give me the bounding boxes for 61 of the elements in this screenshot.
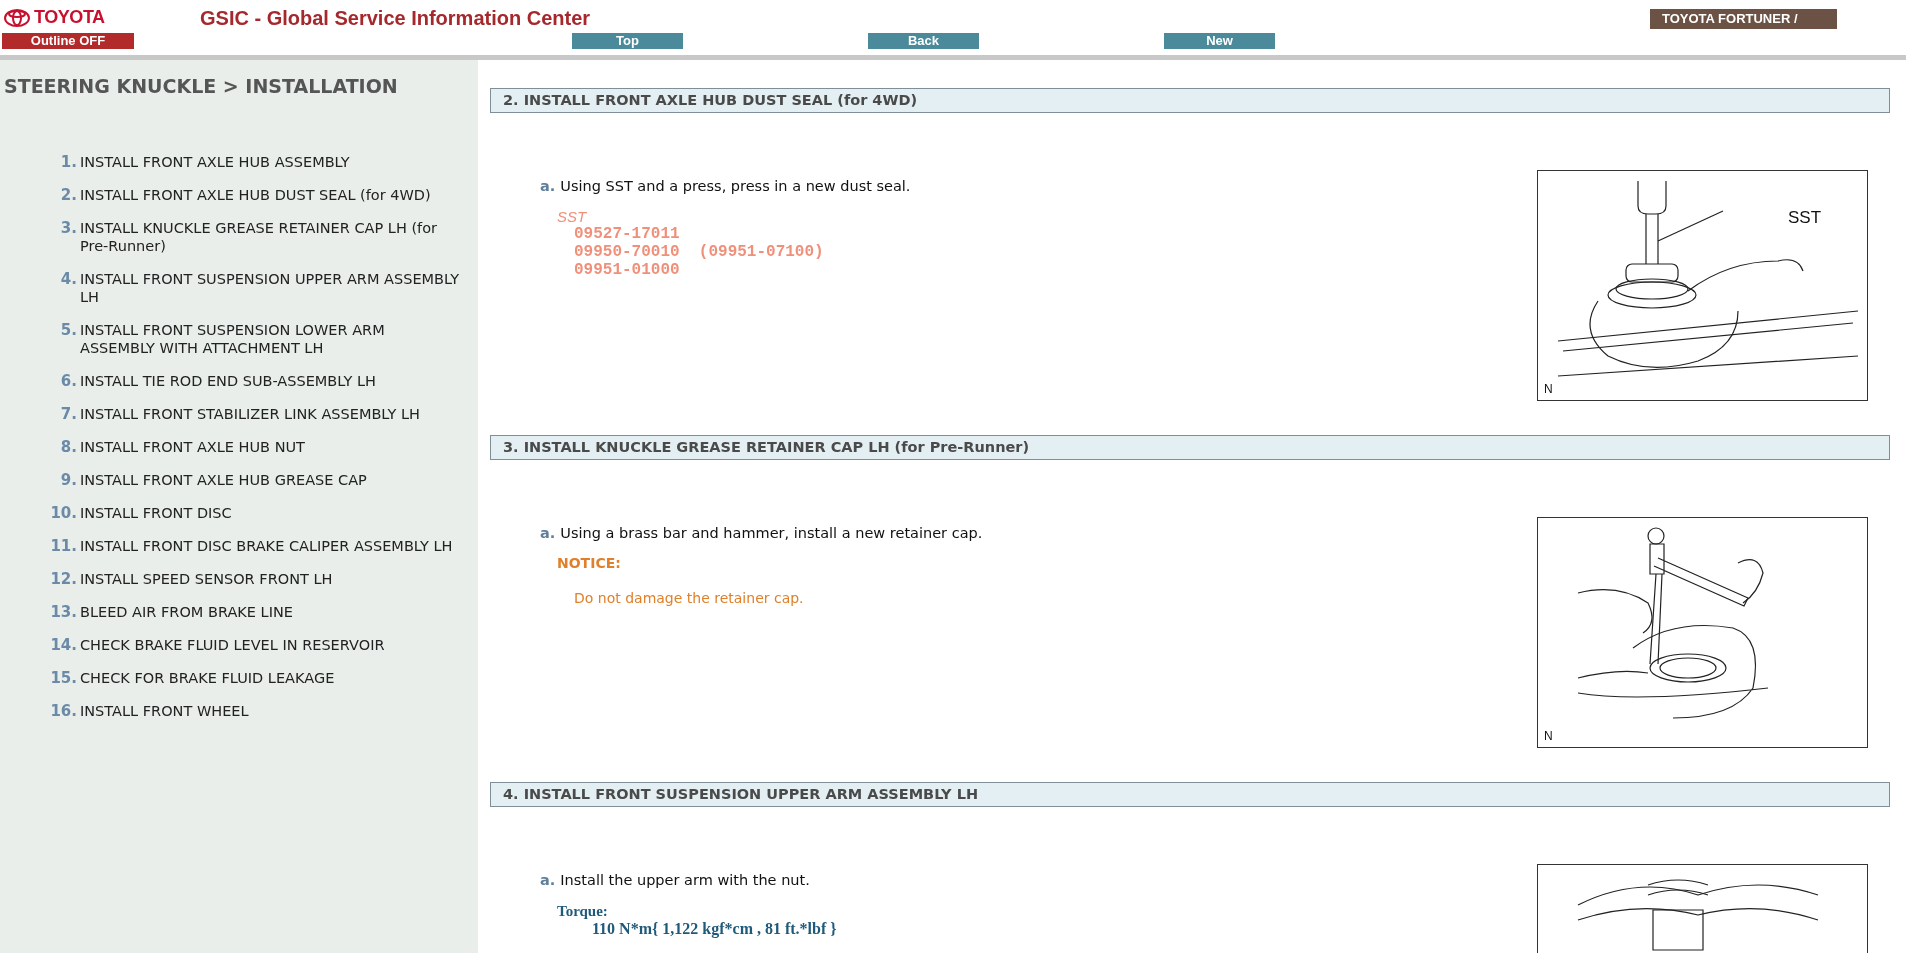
logo-icon bbox=[4, 8, 30, 27]
figure-code: N bbox=[1544, 381, 1553, 398]
item-number: 6. bbox=[59, 371, 78, 390]
step-text: Using a brass bar and hammer, install a new retainer cap. bbox=[560, 524, 983, 543]
nav-button[interactable]: New bbox=[1164, 33, 1275, 49]
callout-label: SST bbox=[1788, 207, 1822, 229]
item-number: 14. bbox=[49, 635, 78, 654]
sidebar-title: STEERING KNUCKLE > INSTALLATION bbox=[3, 74, 399, 99]
sidebar-link[interactable]: CHECK FOR BRAKE FLUID LEAKAGE bbox=[80, 668, 460, 687]
step-marker: a. bbox=[540, 871, 556, 890]
sidebar-link[interactable]: INSTALL FRONT AXLE HUB DUST SEAL (for 4WD) bbox=[80, 185, 460, 204]
tool-number: 09950-70010 (09951-07100) bbox=[573, 242, 825, 261]
torque-label: Torque: bbox=[557, 901, 609, 920]
nav-button[interactable]: Back bbox=[868, 33, 979, 49]
tool-number: 09951-01000 bbox=[573, 260, 681, 279]
item-number: 12. bbox=[49, 569, 78, 588]
section-header: 2. INSTALL FRONT AXLE HUB DUST SEAL (for 4WD) bbox=[490, 88, 1890, 113]
item-number: 4. bbox=[59, 269, 78, 290]
notice-label: NOTICE: bbox=[557, 553, 622, 573]
step-marker: a. bbox=[540, 177, 556, 196]
sidebar-link[interactable]: INSTALL KNUCKLE GREASE RETAINER CAP LH (for Pre-Runner) bbox=[80, 218, 460, 255]
sidebar-link[interactable]: INSTALL FRONT SUSPENSION LOWER ARM ASSEMBLY WITH ATTACHMENT LH bbox=[80, 320, 460, 357]
app-title: GSIC - Global Service Information Center bbox=[200, 6, 591, 31]
notice-text: Do not damage the retainer cap. bbox=[573, 588, 805, 608]
sidebar-link[interactable]: INSTALL FRONT AXLE HUB ASSEMBLY bbox=[80, 152, 460, 171]
item-number: 8. bbox=[59, 437, 78, 456]
item-number: 2. bbox=[59, 185, 78, 204]
item-number: 10. bbox=[49, 503, 78, 522]
tool-number: 09527-17011 bbox=[573, 224, 681, 243]
step-text: Using SST and a press, press in a new dust seal. bbox=[560, 177, 911, 196]
sidebar-link[interactable]: INSTALL FRONT AXLE HUB NUT bbox=[80, 437, 460, 456]
vehicle-button[interactable]: TOYOTA FORTUNER / bbox=[1650, 9, 1837, 29]
sidebar-link[interactable]: BLEED AIR FROM BRAKE LINE bbox=[80, 602, 460, 621]
figure-code: N bbox=[1544, 728, 1553, 745]
item-number: 1. bbox=[59, 152, 78, 171]
sidebar-link[interactable]: INSTALL FRONT AXLE HUB GREASE CAP bbox=[80, 470, 460, 489]
item-number: 9. bbox=[59, 470, 78, 489]
sidebar-link[interactable]: INSTALL FRONT DISC bbox=[80, 503, 460, 522]
item-number: 16. bbox=[49, 701, 78, 720]
item-number: 11. bbox=[49, 536, 78, 555]
sst-label: SST bbox=[557, 207, 588, 225]
item-number: 3. bbox=[59, 218, 78, 239]
item-number: 7. bbox=[59, 404, 78, 423]
sidebar-link[interactable]: INSTALL TIE ROD END SUB-ASSEMBLY LH bbox=[80, 371, 460, 390]
section-header: 4. INSTALL FRONT SUSPENSION UPPER ARM ASSEMBLY LH bbox=[490, 782, 1890, 807]
sidebar-link[interactable]: INSTALL FRONT WHEEL bbox=[80, 701, 460, 720]
section-header: 3. INSTALL KNUCKLE GREASE RETAINER CAP LH (for Pre-Runner) bbox=[490, 435, 1890, 460]
nav-button[interactable]: Top bbox=[572, 33, 683, 49]
torque-value: 110 N*m{ 1,122 kgf*cm , 81 ft.*lbf } bbox=[591, 919, 838, 938]
item-number: 15. bbox=[49, 668, 78, 687]
outline-toggle-button[interactable]: Outline OFF bbox=[2, 33, 134, 49]
item-number: 13. bbox=[49, 602, 78, 621]
step-marker: a. bbox=[540, 524, 556, 543]
item-number: 5. bbox=[59, 320, 78, 341]
sidebar-link[interactable]: INSTALL FRONT DISC BRAKE CALIPER ASSEMBLY LH bbox=[80, 536, 460, 555]
sidebar-link[interactable]: INSTALL SPEED SENSOR FRONT LH bbox=[80, 569, 460, 588]
sidebar-link[interactable]: CHECK BRAKE FLUID LEVEL IN RESERVOIR bbox=[80, 635, 460, 654]
step-text: Install the upper arm with the nut. bbox=[560, 871, 810, 890]
brand-wordmark: TOYOTA bbox=[34, 6, 105, 29]
sidebar-link[interactable]: INSTALL FRONT STABILIZER LINK ASSEMBLY LH bbox=[80, 404, 460, 423]
sidebar-link[interactable]: INSTALL FRONT SUSPENSION UPPER ARM ASSEMBLY LH bbox=[80, 269, 460, 306]
